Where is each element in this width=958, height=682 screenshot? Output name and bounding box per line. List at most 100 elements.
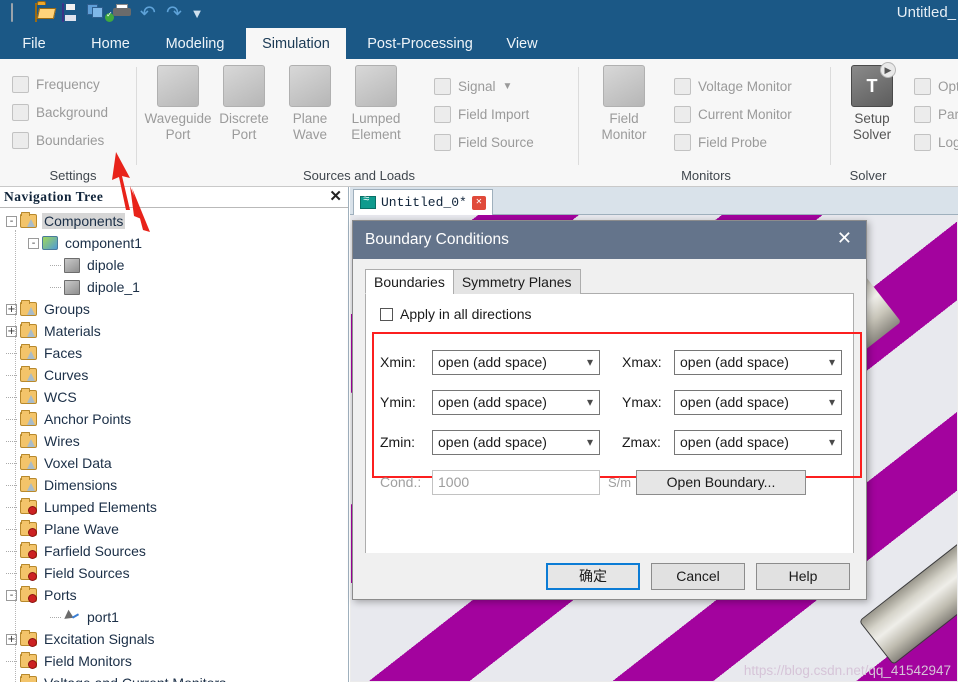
tab-view[interactable]: View	[496, 28, 548, 59]
collapse-icon[interactable]: -	[6, 215, 17, 227]
tab-simulation[interactable]: Simulation	[246, 28, 346, 59]
close-icon[interactable]: ✕	[329, 189, 342, 205]
chevron-down-icon[interactable]: ▾	[829, 395, 835, 409]
cancel-button[interactable]: Cancel	[651, 562, 745, 590]
close-icon[interactable]: ✕	[471, 195, 486, 210]
tree-item-component1[interactable]: - component1	[0, 232, 348, 254]
tree-connector	[50, 264, 61, 266]
close-icon[interactable]: ✕	[837, 230, 852, 248]
tab-post-processing[interactable]: Post-Processing	[352, 28, 488, 59]
ribbon-separator	[578, 67, 579, 165]
ribbon-item-voltage-monitor[interactable]: Voltage Monitor	[670, 73, 792, 99]
chevron-down-icon[interactable]: ▾	[829, 355, 835, 369]
ribbon-item-lumped-element[interactable]: Lumped Element	[340, 65, 412, 143]
ribbon-item-par-sweep[interactable]: Par	[910, 101, 958, 127]
tree-item-voltage-and-current-monitors[interactable]: Voltage and Current Monitors	[0, 672, 348, 682]
tree-item-dipole-1[interactable]: dipole_1	[0, 276, 348, 298]
tree-item-ports[interactable]: - Ports	[0, 584, 348, 606]
chevron-down-icon[interactable]: ▾	[829, 435, 835, 449]
tab-home[interactable]: Home	[78, 28, 143, 59]
plane-wave-icon	[289, 65, 331, 107]
tree-item-wires[interactable]: Wires	[0, 430, 348, 452]
tab-file[interactable]: File	[10, 28, 58, 59]
ribbon-item-field-probe[interactable]: Field Probe	[670, 129, 767, 155]
ribbon-item-logfile[interactable]: Log	[910, 129, 958, 155]
tree-item-port1[interactable]: port1	[0, 606, 348, 628]
dipole-arm-a	[858, 528, 957, 666]
chevron-down-icon[interactable]: ▾	[587, 355, 593, 369]
chevron-down-icon[interactable]: ▾	[587, 435, 593, 449]
collapse-icon[interactable]: -	[28, 237, 39, 249]
tree-item-dipole[interactable]: dipole	[0, 254, 348, 276]
ymax-select[interactable]: open (add space) ▾	[674, 389, 842, 415]
ymin-select[interactable]: open (add space) ▾	[432, 389, 600, 415]
redo-icon[interactable]: ↷	[164, 4, 184, 24]
ok-button[interactable]: 确定	[546, 562, 640, 590]
ribbon-item-label-line1: Lumped	[351, 111, 401, 126]
ribbon-item-background[interactable]: Background	[8, 99, 108, 125]
tree-item-groups[interactable]: + Groups	[0, 298, 348, 320]
tree-item-materials[interactable]: + Materials	[0, 320, 348, 342]
ribbon-item-waveguide-port[interactable]: Waveguide Port	[142, 65, 214, 143]
application-window: ↶ ↷ ▼ Untitled_ File Home Modeling Simul…	[0, 0, 958, 682]
tree-item-lumped-elements[interactable]: Lumped Elements	[0, 496, 348, 518]
dialog-title: Boundary Conditions	[365, 231, 509, 248]
open-file-icon[interactable]	[34, 3, 54, 24]
zmax-select[interactable]: open (add space) ▾	[674, 429, 842, 455]
apply-in-all-directions-checkbox[interactable]	[380, 307, 393, 321]
tree-item-excitation-signals[interactable]: + Excitation Signals	[0, 628, 348, 650]
ribbon-item-field-import[interactable]: Field Import	[430, 101, 529, 127]
tab-symmetry-planes[interactable]: Symmetry Planes	[452, 269, 581, 294]
customize-qat-icon[interactable]: ▼	[190, 4, 204, 24]
tree-item-farfield-sources[interactable]: Farfield Sources	[0, 540, 348, 562]
tree-item-field-monitors[interactable]: Field Monitors	[0, 650, 348, 672]
ribbon-separator	[136, 67, 137, 165]
chevron-down-icon[interactable]: ▼	[503, 81, 513, 92]
ribbon-item-optimizer[interactable]: Opt	[910, 73, 958, 99]
tree-item-faces[interactable]: Faces	[0, 342, 348, 364]
tree-item-voxel-data[interactable]: Voxel Data	[0, 452, 348, 474]
apply-in-all-directions-checkbox-row[interactable]: Apply in all directions	[380, 306, 839, 322]
tree-item-dimensions[interactable]: Dimensions	[0, 474, 348, 496]
open-boundary-button[interactable]: Open Boundary...	[636, 469, 806, 495]
ribbon-item-boundaries[interactable]: Boundaries	[8, 127, 104, 153]
print-icon[interactable]	[105, 4, 132, 24]
navigation-tree[interactable]: - Components - component1 dipole dipole_1 + Gro…	[0, 208, 348, 682]
tree-item-label: Curves	[44, 367, 89, 383]
ribbon-item-setup-solver[interactable]: T ▶ Setup Solver	[836, 62, 908, 143]
tree-item-anchor-points[interactable]: Anchor Points	[0, 408, 348, 430]
ribbon-item-discrete-port[interactable]: Discrete Port	[208, 65, 280, 143]
ribbon-item-current-monitor[interactable]: Current Monitor	[670, 101, 792, 127]
conductivity-input[interactable]: 1000	[432, 469, 600, 495]
save-all-icon[interactable]	[86, 4, 106, 24]
save-icon[interactable]	[60, 3, 80, 24]
field-source-icon	[434, 133, 451, 151]
help-button[interactable]: Help	[756, 562, 850, 590]
lumped-element-icon	[355, 65, 397, 107]
ribbon-item-signal[interactable]: Signal ▼	[430, 73, 512, 99]
tree-item-wcs[interactable]: WCS	[0, 386, 348, 408]
ribbon-item-frequency[interactable]: Frequency	[8, 71, 100, 97]
ribbon-item-plane-wave[interactable]: Plane Wave	[274, 65, 346, 143]
folder-icon	[20, 300, 37, 316]
ribbon-item-field-source[interactable]: Field Source	[430, 129, 534, 155]
ribbon-group-solver: T ▶ Setup Solver Opt Par Log Solver	[836, 59, 958, 187]
xmin-select[interactable]: open (add space) ▾	[432, 349, 600, 375]
tree-item-label: Voltage and Current Monitors	[42, 675, 228, 682]
folder-icon	[20, 432, 37, 448]
ribbon-item-field-monitor[interactable]: Field Monitor	[588, 65, 660, 143]
tree-item-components[interactable]: - Components	[0, 210, 348, 232]
tree-item-plane-wave[interactable]: Plane Wave	[0, 518, 348, 540]
tab-modeling[interactable]: Modeling	[152, 28, 238, 59]
xmax-select[interactable]: open (add space) ▾	[674, 349, 842, 375]
zmin-select[interactable]: open (add space) ▾	[432, 429, 600, 455]
chevron-down-icon[interactable]: ▾	[587, 395, 593, 409]
undo-icon[interactable]: ↶	[138, 4, 158, 24]
new-file-icon[interactable]	[8, 3, 28, 24]
tree-item-curves[interactable]: Curves	[0, 364, 348, 386]
tree-item-field-sources[interactable]: Field Sources	[0, 562, 348, 584]
field-import-icon	[434, 105, 451, 123]
ribbon-group-label: Solver	[849, 168, 887, 183]
document-tab-untitled-0[interactable]: Untitled_0* ✕	[353, 189, 493, 215]
tab-boundaries[interactable]: Boundaries	[365, 269, 454, 294]
